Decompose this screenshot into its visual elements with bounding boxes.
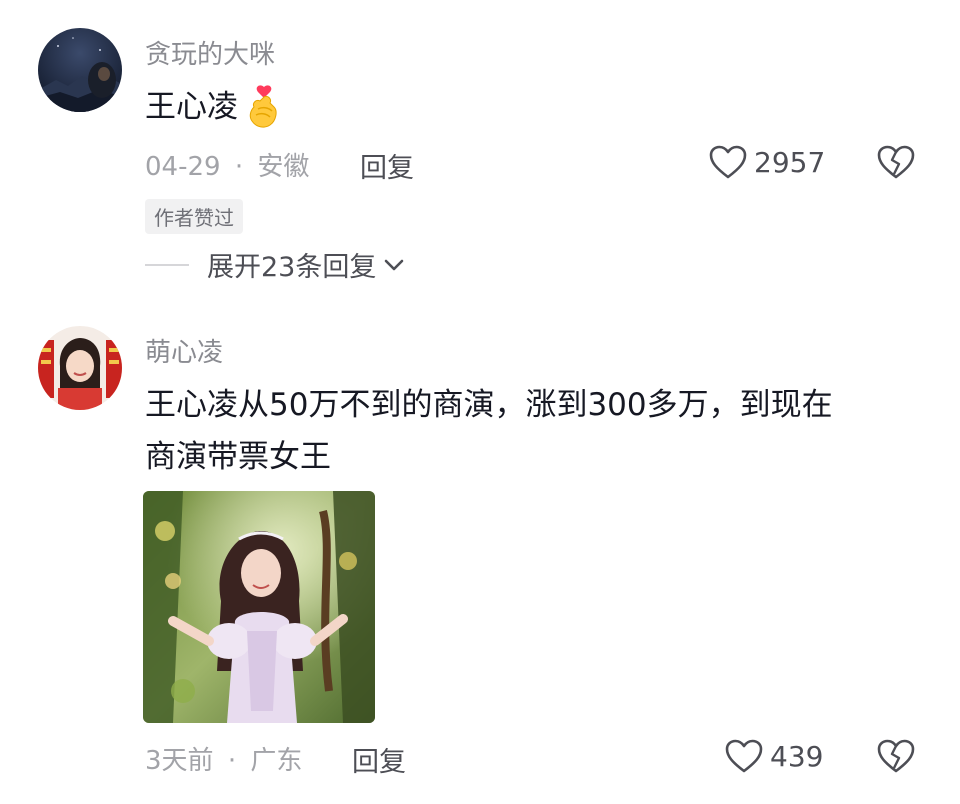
username[interactable]: 萌心凌 bbox=[145, 332, 223, 369]
comment-image[interactable] bbox=[143, 491, 375, 723]
performer-in-garden-photo bbox=[143, 491, 375, 723]
meta-separator: · bbox=[227, 746, 237, 776]
reply-button[interactable]: 回复 bbox=[360, 146, 414, 185]
comment-date: 04-29 bbox=[145, 152, 221, 182]
broken-heart-icon bbox=[877, 145, 915, 179]
expand-replies-button[interactable]: 展开23条回复 bbox=[145, 245, 406, 284]
dislike-button[interactable] bbox=[876, 738, 916, 774]
divider-line bbox=[145, 263, 189, 266]
expand-replies-label: 展开23条回复 bbox=[207, 252, 377, 283]
comment-text-label: 王心凌 bbox=[145, 89, 238, 125]
comment-text-line-1: 王心凌从50万不到的商演，涨到300多万，到现在 bbox=[145, 387, 833, 423]
night-sky-avatar-image bbox=[38, 28, 122, 112]
finger-heart-icon bbox=[246, 85, 282, 129]
comment-text: 王心凌 bbox=[145, 80, 282, 134]
username[interactable]: 贪玩的大咪 bbox=[145, 34, 275, 71]
meta-separator: · bbox=[234, 152, 244, 182]
comment-meta: 3天前 · 广东 bbox=[145, 740, 302, 777]
comment-text-line-2: 商演带票女王 bbox=[145, 439, 331, 475]
like-button[interactable]: 2957 bbox=[708, 144, 825, 180]
comment-meta: 04-29 · 安徽 bbox=[145, 146, 309, 183]
author-liked-badge: 作者赞过 bbox=[145, 199, 243, 234]
comment-location: 广东 bbox=[250, 746, 303, 776]
like-button[interactable]: 439 bbox=[724, 738, 823, 774]
dislike-button[interactable] bbox=[876, 144, 916, 180]
reply-button[interactable]: 回复 bbox=[352, 740, 406, 779]
heart-icon bbox=[709, 145, 747, 179]
chevron-down-icon bbox=[385, 259, 404, 270]
comment-date: 3天前 bbox=[145, 746, 214, 776]
avatar[interactable] bbox=[38, 28, 122, 112]
comment-location: 安徽 bbox=[257, 152, 310, 182]
like-count: 439 bbox=[770, 739, 824, 773]
avatar[interactable] bbox=[38, 326, 122, 410]
girl-portrait-avatar-image bbox=[38, 326, 122, 410]
broken-heart-icon bbox=[877, 739, 915, 773]
heart-icon bbox=[725, 739, 763, 773]
like-count: 2957 bbox=[754, 145, 826, 179]
